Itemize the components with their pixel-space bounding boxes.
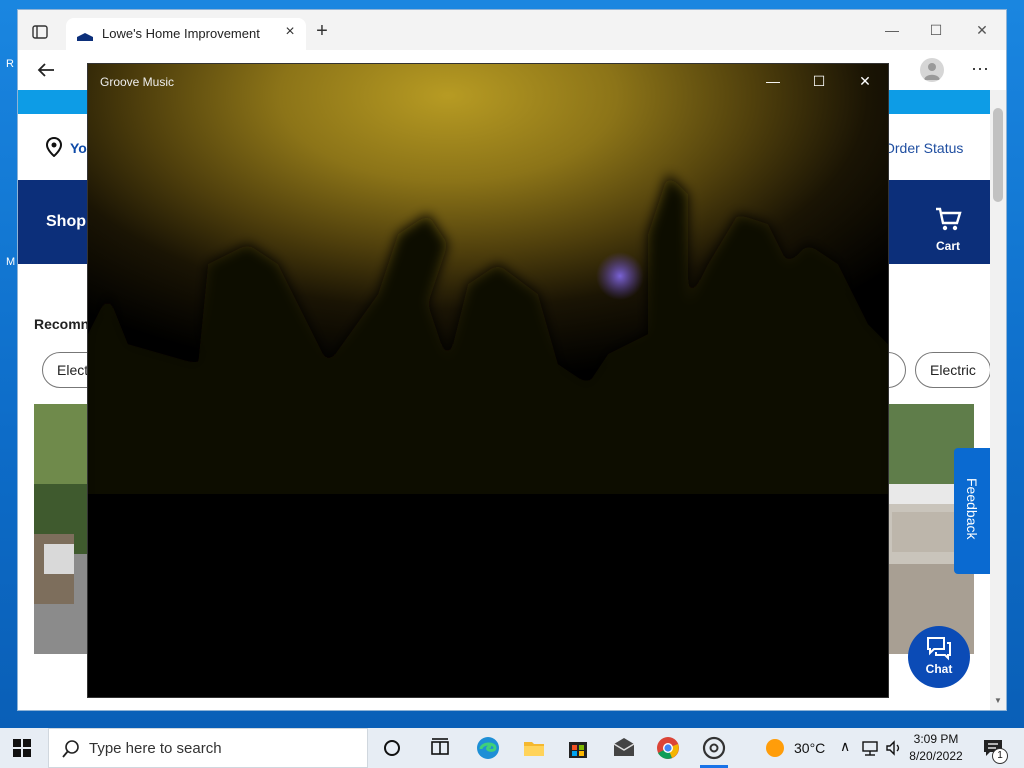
microsoft-store-icon[interactable] (566, 736, 590, 760)
store-location-link[interactable]: Yo (70, 140, 87, 156)
page-scrollbar[interactable]: ▼ (990, 90, 1006, 710)
mail-icon[interactable] (612, 736, 636, 760)
desktop-icon-fragment[interactable]: M (6, 256, 18, 270)
groove-music-window: Groove Music — ☐ ✕ (88, 64, 888, 697)
search-icon (61, 739, 81, 759)
more-options-button[interactable]: ⋯ (968, 58, 992, 82)
weather-sun-icon[interactable] (766, 739, 784, 757)
task-view-icon[interactable] (380, 736, 404, 760)
taskbar: Type here to search 30°C ∧ 3:09 PM 8/20/… (0, 728, 1024, 768)
scrollbar-thumb[interactable] (993, 108, 1003, 202)
cart-button[interactable]: Cart (930, 206, 966, 253)
network-icon[interactable] (860, 738, 880, 758)
tab-lowes[interactable]: Lowe's Home Improvement × (66, 18, 306, 50)
profile-avatar[interactable] (920, 58, 944, 82)
order-status-link[interactable]: Order Status (884, 140, 963, 156)
tab-close-icon[interactable]: × (282, 24, 298, 40)
recommendations-heading: Recomn (34, 316, 90, 332)
tab-title: Lowe's Home Improvement (102, 26, 260, 41)
minimize-button[interactable]: — (880, 20, 904, 40)
close-button[interactable]: ✕ (970, 20, 994, 40)
tab-actions-icon[interactable] (30, 22, 50, 42)
clock-date: 8/20/2022 (909, 749, 963, 763)
volume-icon[interactable] (884, 738, 904, 758)
feedback-label: Feedback (964, 478, 980, 540)
groove-maximize-button[interactable]: ☐ (804, 72, 834, 90)
cart-label: Cart (935, 239, 960, 253)
tab-bar: Lowe's Home Improvement × + — ☐ ✕ (18, 10, 1006, 50)
groove-minimize-button[interactable]: — (758, 72, 788, 90)
weather-temp[interactable]: 30°C (794, 740, 825, 756)
maximize-button[interactable]: ☐ (924, 20, 948, 40)
taskbar-clock[interactable]: 3:09 PM 8/20/2022 (906, 731, 966, 765)
search-placeholder: Type here to search (89, 740, 222, 757)
shop-menu-button[interactable]: Shop (46, 213, 86, 231)
new-tab-button[interactable]: + (312, 21, 332, 42)
clock-time: 3:09 PM (913, 732, 959, 746)
chat-button[interactable]: Chat (908, 626, 970, 688)
album-art-image (88, 174, 888, 697)
back-arrow-icon[interactable] (34, 58, 58, 82)
lowes-favicon-icon (76, 29, 94, 41)
groove-close-button[interactable]: ✕ (850, 72, 880, 90)
location-pin-icon[interactable] (45, 136, 63, 158)
chrome-icon[interactable] (656, 736, 680, 760)
desktop-icon-fragment[interactable]: R (6, 58, 18, 72)
file-explorer-icon[interactable] (522, 736, 546, 760)
feedback-tab[interactable]: Feedback (954, 448, 990, 574)
notification-count-badge: 1 (992, 748, 1008, 764)
chat-icon (927, 637, 951, 661)
scroll-down-icon[interactable]: ▼ (993, 696, 1003, 706)
taskbar-search[interactable]: Type here to search (48, 728, 368, 768)
windows-start-icon[interactable] (12, 738, 32, 758)
tray-chevron-icon[interactable]: ∧ (840, 738, 850, 755)
edge-icon[interactable] (476, 736, 500, 760)
widgets-icon[interactable] (428, 736, 452, 760)
category-chip[interactable]: Electric (915, 352, 991, 388)
groove-music-icon[interactable] (702, 736, 726, 760)
chat-label: Chat (925, 662, 953, 676)
cart-icon (936, 207, 962, 231)
groove-window-title: Groove Music (100, 75, 175, 89)
